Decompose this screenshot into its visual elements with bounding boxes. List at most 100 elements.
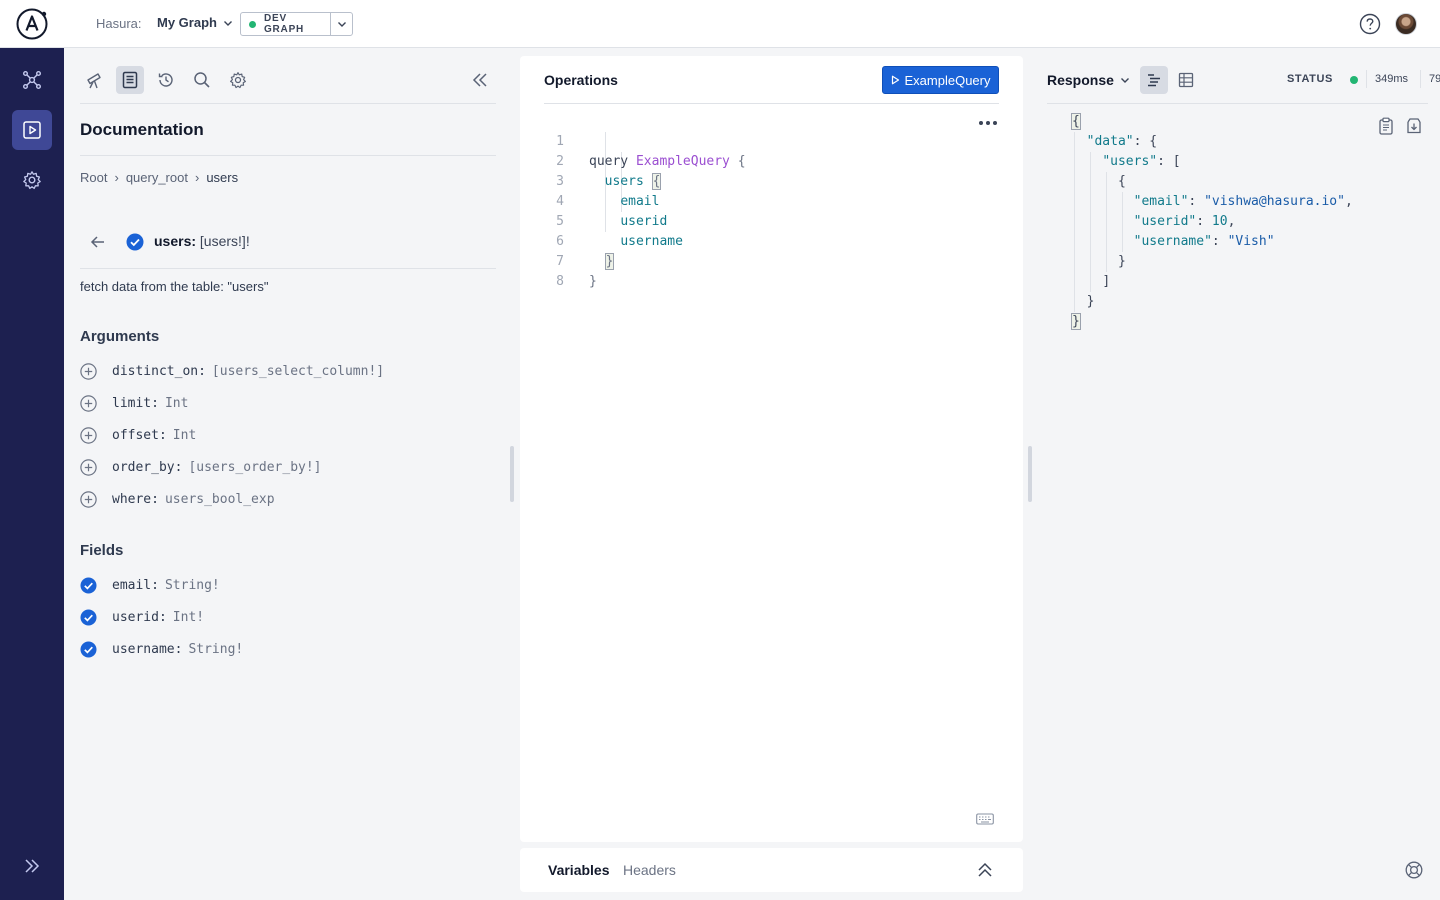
variant-name-button[interactable]: DEV GRAPH (241, 13, 332, 35)
run-query-button[interactable]: ExampleQuery (882, 66, 999, 94)
argument-name: where: (112, 491, 159, 507)
code-line: 3 email (544, 152, 659, 209)
collapse-panel-icon[interactable] (468, 68, 492, 92)
add-circle-icon[interactable] (80, 394, 97, 412)
add-circle-icon[interactable] (80, 458, 97, 476)
checked-circle-icon[interactable] (80, 577, 97, 594)
response-dropdown[interactable]: Response (1047, 72, 1130, 88)
argument-row[interactable]: limit: Int (80, 393, 188, 413)
checked-circle-icon[interactable] (80, 609, 97, 626)
telescope-icon (87, 73, 101, 89)
document-icon (122, 71, 138, 89)
checked-circle-icon[interactable] (126, 233, 144, 251)
nav-settings-button[interactable] (12, 160, 52, 200)
field-type[interactable]: Int! (173, 610, 204, 625)
code-operation-name: ExampleQuery (635, 154, 730, 169)
json-line: } (1086, 294, 1095, 309)
argument-type[interactable]: [users_order_by!] (188, 460, 321, 475)
field-name: email: (112, 577, 159, 593)
json-line: { (1117, 174, 1126, 189)
keyboard-icon[interactable] (976, 812, 994, 826)
code-line: 1 query ExampleQuery { (544, 112, 745, 169)
docs-toolbar (80, 64, 496, 104)
breadcrumb-query-root[interactable]: query_root (126, 170, 188, 185)
back-arrow-icon[interactable] (88, 232, 108, 252)
response-size: 79B (1429, 73, 1440, 85)
expand-up-icon[interactable] (975, 860, 995, 880)
tab-headers[interactable]: Headers (623, 862, 676, 878)
nav-schema-button[interactable] (12, 60, 52, 100)
code-brace: } (604, 253, 615, 270)
field-name: userid: (112, 609, 167, 625)
variant-dropdown-button[interactable] (331, 19, 352, 29)
argument-row[interactable]: where: users_bool_exp (80, 489, 275, 509)
table-view-button[interactable] (1172, 66, 1200, 94)
history-tool-button[interactable] (152, 66, 180, 94)
help-icon[interactable] (1359, 13, 1381, 35)
table-icon (1178, 72, 1194, 88)
json-line: "username": "Vish" (1133, 234, 1275, 249)
expand-nav-icon[interactable] (22, 856, 42, 876)
tab-variables[interactable]: Variables (548, 862, 610, 878)
json-key: "username" (1133, 234, 1212, 249)
explorer-tool-button[interactable] (80, 66, 108, 94)
argument-type[interactable]: users_bool_exp (165, 492, 275, 507)
field-name: users: (154, 233, 197, 249)
breadcrumb-separator: › (194, 170, 200, 185)
field-row[interactable]: username: String! (80, 639, 243, 659)
argument-type[interactable]: [users_select_column!] (212, 364, 384, 379)
add-circle-icon[interactable] (80, 490, 97, 508)
argument-type[interactable]: Int (173, 428, 196, 443)
download-icon[interactable] (1406, 117, 1422, 135)
field-type[interactable]: [users!]! (200, 233, 250, 249)
apollo-logo-icon[interactable] (16, 8, 48, 40)
response-title: Response (1047, 72, 1114, 88)
docs-resize-handle[interactable] (510, 446, 514, 502)
status-dot-icon (249, 20, 256, 28)
field-row[interactable]: email: String! (80, 575, 220, 595)
chevron-down-icon (223, 20, 232, 26)
field-description: fetch data from the table: "users" (80, 279, 269, 294)
nav-explorer-button[interactable] (12, 110, 52, 150)
clipboard-icon[interactable] (1378, 117, 1394, 135)
add-circle-icon[interactable] (80, 362, 97, 380)
code-keyword: query (589, 154, 629, 169)
search-tool-button[interactable] (188, 66, 216, 94)
argument-row[interactable]: distinct_on: [users_select_column!] (80, 361, 384, 381)
add-circle-icon[interactable] (80, 426, 97, 444)
user-avatar[interactable] (1395, 13, 1417, 35)
json-value: 10 (1211, 214, 1228, 229)
json-line: "users": [ (1102, 154, 1181, 169)
query-editor[interactable]: 1 query ExampleQuery { 2 users { 3 email… (544, 112, 999, 312)
argument-row[interactable]: order_by: [users_order_by!] (80, 457, 322, 477)
code-field: email (620, 194, 660, 209)
breadcrumb-root[interactable]: Root (80, 170, 107, 185)
variant-picker[interactable]: DEV GRAPH (240, 12, 353, 36)
field-name: username: (112, 641, 183, 657)
text-lines-icon (1148, 74, 1160, 87)
json-line: } (1117, 254, 1126, 269)
documentation-tool-button[interactable] (116, 66, 144, 94)
code-line: 4 userid (544, 172, 667, 229)
checked-circle-icon[interactable] (80, 641, 97, 658)
more-options-icon[interactable] (976, 116, 1000, 130)
graph-name: My Graph (157, 15, 217, 30)
operations-title: Operations (544, 72, 618, 88)
json-view-button[interactable] (1140, 66, 1168, 94)
run-query-label: ExampleQuery (904, 72, 991, 88)
breadcrumb-current: users (206, 170, 239, 185)
divider (1366, 70, 1367, 88)
variables-bar: Variables Headers (520, 848, 1023, 892)
argument-type[interactable]: Int (165, 396, 188, 411)
field-type[interactable]: String! (188, 642, 243, 657)
code-brace: { (651, 173, 662, 190)
graph-picker[interactable]: My Graph (157, 15, 233, 30)
field-row[interactable]: userid: Int! (80, 607, 204, 627)
argument-row[interactable]: offset: Int (80, 425, 196, 445)
support-lifebuoy-icon[interactable] (1405, 861, 1423, 879)
json-key: "users" (1102, 154, 1158, 169)
field-type[interactable]: String! (165, 578, 220, 593)
line-number: 8 (556, 274, 564, 289)
settings-tool-button[interactable] (224, 66, 252, 94)
code-field: users (604, 174, 644, 189)
